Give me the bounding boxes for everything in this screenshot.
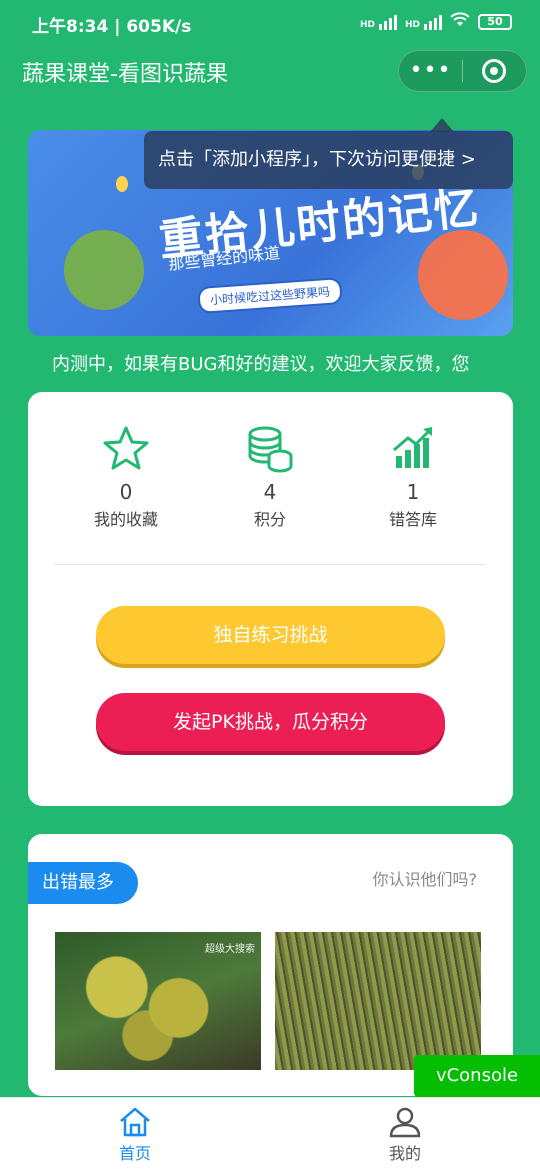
tooltip-arrow bbox=[430, 118, 454, 132]
user-icon bbox=[355, 1104, 455, 1140]
miniprogram-capsule: ••• bbox=[398, 50, 527, 92]
tab-label: 首页 bbox=[118, 1144, 151, 1163]
balloon-icon bbox=[116, 176, 128, 192]
stats-card: 0 我的收藏 4 积分 1 错答库 独自练习挑战 发起PK挑战，瓜分积分 bbox=[28, 392, 513, 806]
target-icon bbox=[482, 59, 507, 83]
coins-icon bbox=[210, 422, 330, 476]
stat-value: 1 bbox=[406, 480, 420, 504]
section-hint: 你认识他们吗? bbox=[372, 870, 478, 889]
divider bbox=[54, 564, 486, 565]
more-button[interactable]: ••• bbox=[399, 50, 462, 92]
stat-favorites[interactable]: 0 我的收藏 bbox=[66, 422, 186, 530]
close-button[interactable] bbox=[463, 59, 526, 83]
stat-value: 4 bbox=[263, 480, 277, 504]
most-wrong-badge: 出错最多 bbox=[28, 862, 138, 904]
notice-marquee: 内测中，如果有BUG和好的建议，欢迎大家反馈，您 bbox=[52, 354, 470, 375]
boy-illustration bbox=[64, 230, 144, 310]
status-time: 上午8:34 | 605K/s bbox=[32, 17, 192, 37]
add-miniprogram-tooltip[interactable]: 点击「添加小程序」，下次访问更便捷 > bbox=[144, 131, 513, 189]
page-title: 蔬果课堂-看图识蔬果 bbox=[22, 62, 228, 87]
stat-label: 错答库 bbox=[388, 510, 437, 529]
fruit-photo-millet[interactable] bbox=[275, 932, 481, 1070]
tab-bar: 首页 我的 bbox=[0, 1097, 540, 1170]
stat-points[interactable]: 4 积分 bbox=[210, 422, 330, 530]
stat-label: 积分 bbox=[253, 510, 286, 529]
solo-challenge-button[interactable]: 独自练习挑战 bbox=[96, 606, 445, 664]
tab-home[interactable]: 首页 bbox=[85, 1104, 185, 1164]
status-bar: 上午8:34 | 605K/s HD HD 50 bbox=[0, 0, 540, 46]
tab-mine[interactable]: 我的 bbox=[355, 1104, 455, 1164]
stat-label: 我的收藏 bbox=[93, 510, 158, 529]
vconsole-button[interactable]: vConsole bbox=[414, 1055, 540, 1097]
signal-icon: HD bbox=[360, 14, 397, 30]
banner-tag: 小时候吃过这些野果吗 bbox=[197, 277, 343, 314]
wifi-icon bbox=[450, 12, 470, 32]
status-icons: HD HD 50 bbox=[360, 12, 512, 32]
battery-icon: 50 bbox=[478, 14, 512, 30]
signal-icon-2: HD bbox=[405, 14, 442, 30]
fruit-photo-jackfruit[interactable]: 超级大搜索 bbox=[55, 932, 261, 1070]
stat-value: 0 bbox=[119, 480, 133, 504]
tab-label: 我的 bbox=[388, 1144, 421, 1163]
stat-wrong-answers[interactable]: 1 错答库 bbox=[353, 422, 473, 530]
pk-challenge-button[interactable]: 发起PK挑战，瓜分积分 bbox=[96, 693, 445, 751]
home-icon bbox=[85, 1104, 185, 1140]
girl-illustration bbox=[418, 230, 508, 320]
photo-watermark: 超级大搜索 bbox=[205, 944, 255, 955]
chart-up-icon bbox=[353, 422, 473, 476]
star-icon bbox=[66, 422, 186, 476]
